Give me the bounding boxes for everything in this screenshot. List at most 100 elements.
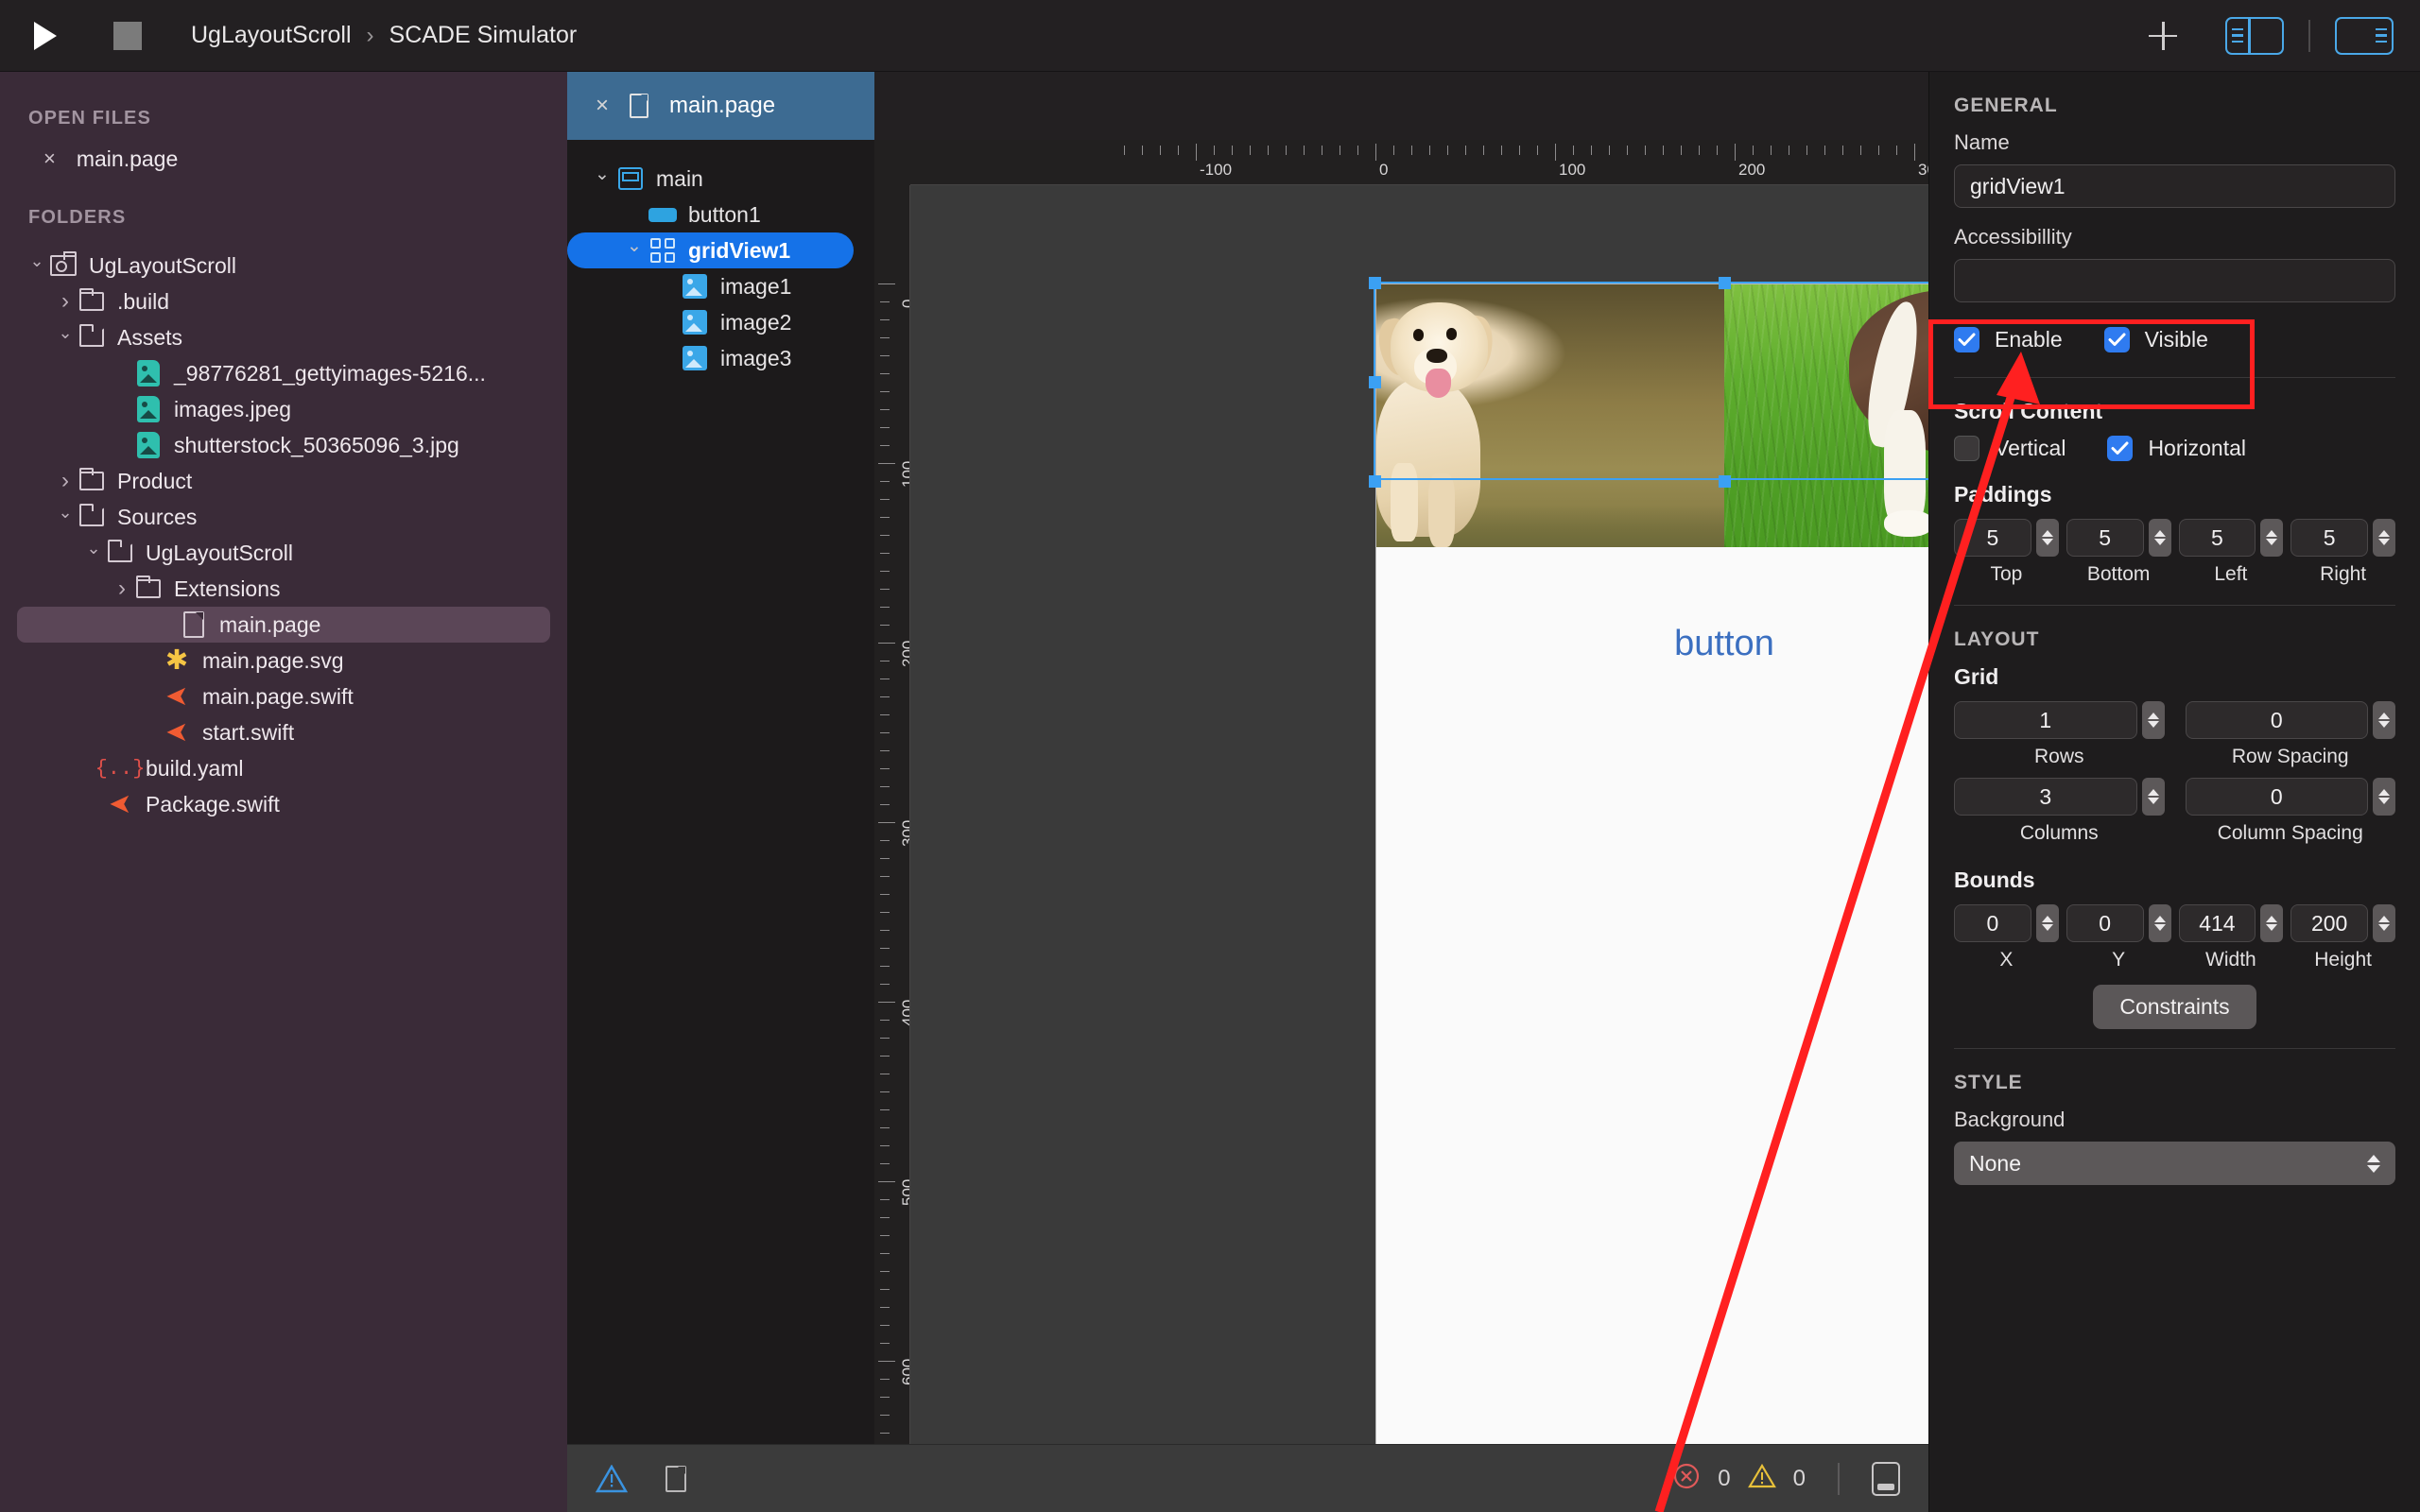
grid-column-spacing: 0 Column Spacing	[2185, 778, 2395, 845]
padding-bottom-input[interactable]: 5	[2066, 519, 2144, 557]
grid-view-preview[interactable]	[1376, 284, 1928, 547]
file-tree-item-shutterstock-50365096-3-jpg[interactable]: shutterstock_50365096_3.jpg	[0, 427, 567, 463]
stepper-arrows-icon[interactable]	[2148, 904, 2171, 942]
stepper-arrows-icon[interactable]	[2260, 904, 2284, 942]
accessibility-input[interactable]	[1954, 259, 2395, 302]
stop-button[interactable]	[113, 21, 142, 50]
right-panel-toggle-icon[interactable]	[2335, 16, 2394, 55]
chevron-down-icon[interactable]	[25, 256, 49, 276]
stepper-arrows-icon[interactable]	[2035, 519, 2059, 557]
bounds-y-input[interactable]: 0	[2066, 904, 2144, 942]
handle-mid-left[interactable]	[1369, 376, 1381, 388]
constraints-button[interactable]: Constraints	[2093, 985, 2256, 1029]
file-tree-item-product[interactable]: Product	[0, 463, 567, 499]
button1-preview[interactable]: button	[1376, 577, 1928, 710]
grid-rows-input[interactable]: 1	[1954, 701, 2137, 739]
horizontal-checkbox[interactable]	[2107, 436, 2134, 461]
ruler-tick	[880, 984, 890, 985]
document-icon[interactable]	[666, 1465, 686, 1492]
background-select[interactable]: None	[1954, 1142, 2395, 1185]
bounds-height-input[interactable]: 200	[2290, 904, 2368, 942]
outline-item-gridview1[interactable]: gridView1	[567, 232, 854, 268]
divider-general	[1954, 377, 2395, 378]
run-button[interactable]	[34, 21, 59, 50]
file-tree-item-label: UgLayoutScroll	[89, 252, 236, 278]
file-tree-item-build-yaml[interactable]: {..} build.yaml	[0, 750, 567, 786]
close-icon[interactable]: ×	[43, 148, 56, 169]
image-file-icon	[137, 432, 160, 458]
image2-preview[interactable]	[1724, 284, 1928, 547]
ruler-tick	[880, 768, 890, 769]
chevron-right-icon[interactable]	[53, 288, 78, 315]
file-tree-item--build[interactable]: .build	[0, 284, 567, 319]
add-button[interactable]	[2138, 11, 2187, 60]
outline-item-image1[interactable]: image1	[567, 268, 874, 304]
device-preview-icon[interactable]	[1872, 1461, 1900, 1496]
stepper-arrows-icon[interactable]	[2373, 904, 2395, 942]
outline-item-main[interactable]: main	[567, 161, 874, 197]
stepper-arrows-icon[interactable]	[2260, 519, 2284, 557]
outline-item-button1[interactable]: button1	[567, 197, 874, 232]
ruler-tick	[880, 1235, 890, 1236]
handle-top-center[interactable]	[1719, 277, 1731, 289]
file-tree-item-main-page-swift[interactable]: ➤ main.page.swift	[0, 679, 567, 714]
stepper-arrows-icon[interactable]	[2373, 519, 2395, 557]
bounds-x-input[interactable]: 0	[1954, 904, 2031, 942]
ruler-tick	[1124, 146, 1125, 155]
chevron-down-icon[interactable]	[53, 328, 78, 348]
file-tree-item-uglayoutscroll[interactable]: UgLayoutScroll	[0, 248, 567, 284]
stepper-arrows-icon[interactable]	[2148, 519, 2171, 557]
grid-row-spacing-input[interactable]: 0	[2185, 701, 2368, 739]
chevron-down-icon[interactable]	[81, 543, 106, 563]
grid-columns-input[interactable]: 3	[1954, 778, 2137, 816]
chevron-right-icon[interactable]	[53, 468, 78, 494]
file-tree-item-uglayoutscroll[interactable]: UgLayoutScroll	[0, 535, 567, 571]
breadcrumb-project[interactable]: UgLayoutScroll	[191, 22, 352, 49]
image1-preview[interactable]	[1376, 284, 1724, 547]
vertical-checkbox[interactable]	[1954, 436, 1979, 461]
stepper-arrows-icon[interactable]	[2141, 778, 2165, 816]
file-tree-item-extensions[interactable]: Extensions	[0, 571, 567, 607]
warning-triangle-icon[interactable]	[596, 1464, 628, 1493]
file-tree-item-images-jpeg[interactable]: images.jpeg	[0, 391, 567, 427]
stepper-arrows-icon[interactable]	[2373, 778, 2395, 816]
enable-checkbox[interactable]	[1954, 327, 1979, 352]
stepper-arrows-icon[interactable]	[2035, 904, 2059, 942]
breadcrumb-scheme[interactable]: SCADE Simulator	[389, 22, 578, 49]
name-input[interactable]: gridView1	[1954, 164, 2395, 208]
ruler-tick	[880, 696, 890, 697]
chevron-down-icon[interactable]	[620, 240, 648, 262]
padding-top-input[interactable]: 5	[1954, 519, 2031, 557]
file-tree-item-main-page-svg[interactable]: ✱ main.page.svg	[0, 643, 567, 679]
file-tree-item-sources[interactable]: Sources	[0, 499, 567, 535]
handle-top-left[interactable]	[1369, 277, 1381, 289]
stepper-arrows-icon[interactable]	[2141, 701, 2165, 739]
handle-bottom-left[interactable]	[1369, 475, 1381, 488]
outline-item-image3[interactable]: image3	[567, 340, 874, 376]
file-tree-item-main-page[interactable]: main.page	[17, 607, 550, 643]
outline-item-image2[interactable]: image2	[567, 304, 874, 340]
chevron-right-icon[interactable]	[110, 576, 134, 602]
ruler-label-v: 0	[899, 300, 909, 308]
file-tree-item-package-swift[interactable]: ➤ Package.swift	[0, 786, 567, 822]
file-tree-item-label: UgLayoutScroll	[146, 540, 293, 565]
ruler-label-v: 500	[899, 1178, 910, 1206]
open-file-item-main-page[interactable]: × main.page	[0, 139, 567, 179]
grid-column-spacing-input[interactable]: 0	[2185, 778, 2368, 816]
left-panel-toggle-icon[interactable]	[2225, 16, 2284, 55]
chevron-down-icon[interactable]	[588, 168, 616, 190]
design-canvas[interactable]: -1000100200300400 0100200300400500600700	[874, 140, 1928, 1444]
stepper-arrows-icon[interactable]	[2373, 701, 2395, 739]
file-tree-item-start-swift[interactable]: ➤ start.swift	[0, 714, 567, 750]
visible-checkbox[interactable]	[2103, 327, 2130, 352]
bounds-width-input[interactable]: 414	[2178, 904, 2256, 942]
tab-main-page[interactable]: × main.page	[567, 72, 874, 140]
chevron-down-icon[interactable]	[53, 507, 78, 527]
tab-close-icon[interactable]: ×	[596, 93, 609, 119]
file-tree-item--98776281-gettyimages-5216-[interactable]: _98776281_gettyimages-5216...	[0, 355, 567, 391]
file-tree: UgLayoutScroll .build Assets _98776281_gett…	[0, 248, 567, 822]
padding-left-input[interactable]: 5	[2178, 519, 2256, 557]
padding-right-input[interactable]: 5	[2290, 519, 2368, 557]
file-tree-item-assets[interactable]: Assets	[0, 319, 567, 355]
handle-bottom-center[interactable]	[1719, 475, 1731, 488]
